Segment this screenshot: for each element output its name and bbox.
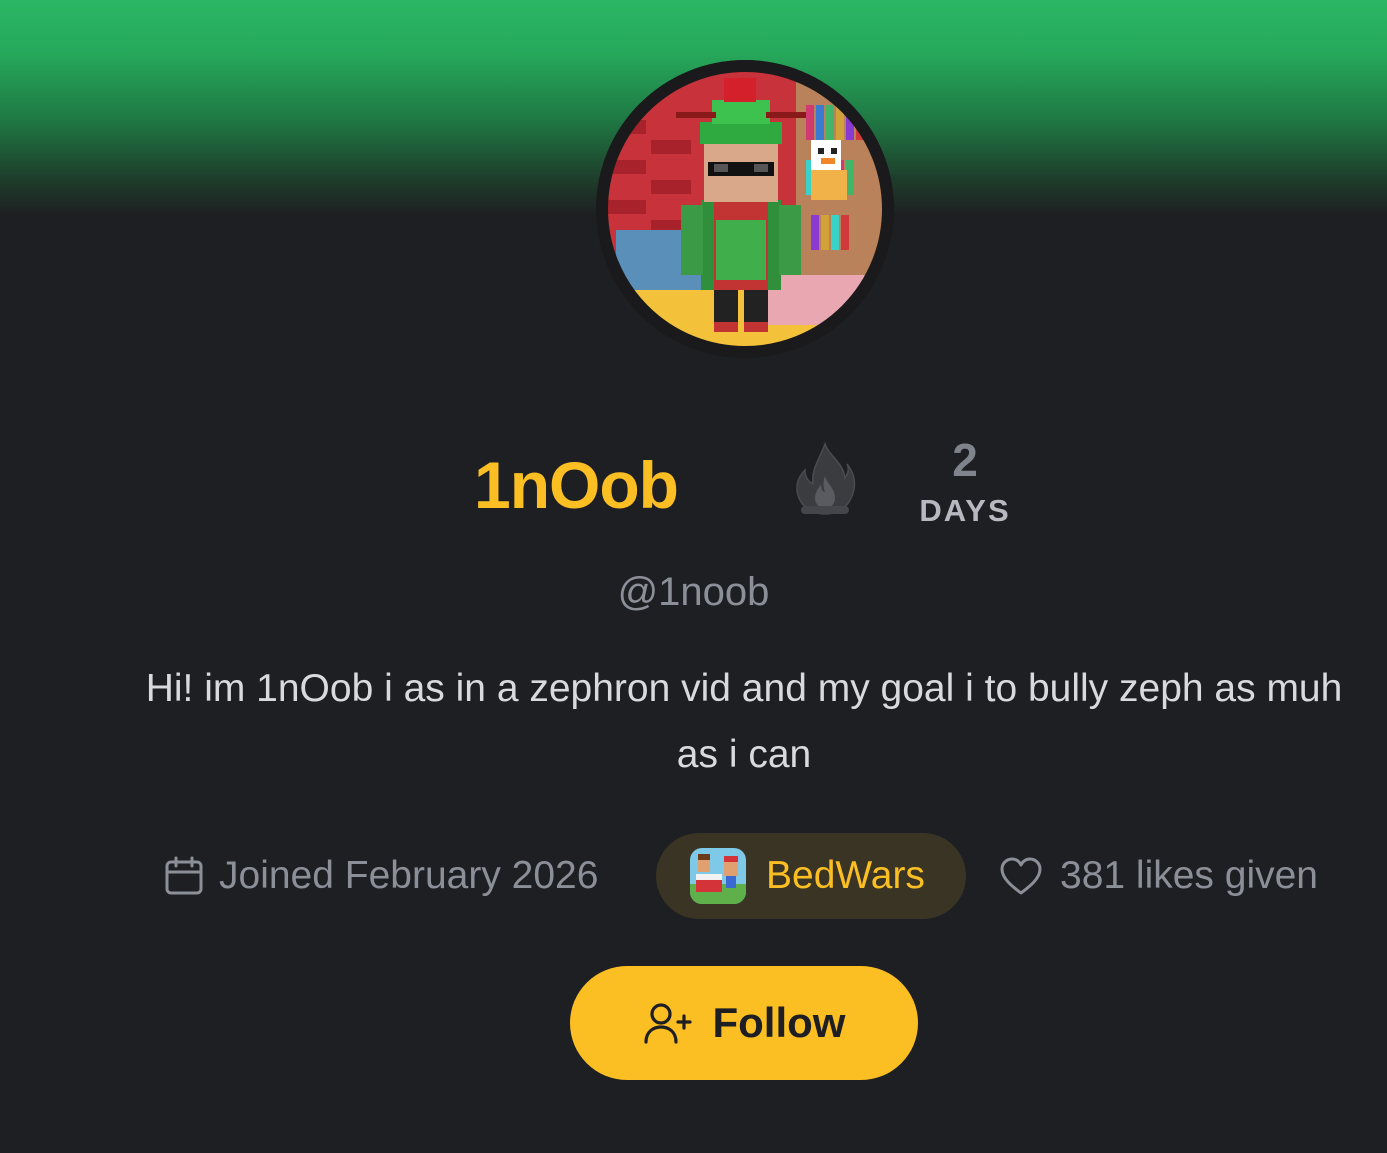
username-handle: @1noob [617,570,770,614]
streak-unit: DAYS [919,493,1011,528]
joined-label: Joined February 2026 [219,854,599,897]
bedwars-thumbnail [690,848,746,904]
profile-bio: Hi! im 1nOob i as in a zephron vid and m… [145,667,1343,776]
display-name: 1nOob [474,448,679,522]
follow-label: Follow [712,999,846,1046]
calendar-icon [165,856,203,895]
game-badge[interactable]: BedWars [656,833,966,919]
avatar[interactable] [596,60,894,358]
heart-icon [1000,857,1042,895]
streak-count: 2 [952,434,978,486]
user-plus-icon [643,1003,692,1044]
game-name: BedWars [766,854,925,897]
flame-icon [796,442,856,515]
likes-label: 381 likes given [1060,854,1318,897]
likes-given: 381 likes given [998,833,1318,919]
joined-date: Joined February 2026 [163,833,598,919]
profile-meta: Joined February 2026 BedWars 381 likes g… [0,833,1387,919]
name-row: 1nOob 2 DAYS [0,430,1387,540]
avatar-image [596,60,894,358]
follow-button[interactable]: Follow [570,966,918,1080]
